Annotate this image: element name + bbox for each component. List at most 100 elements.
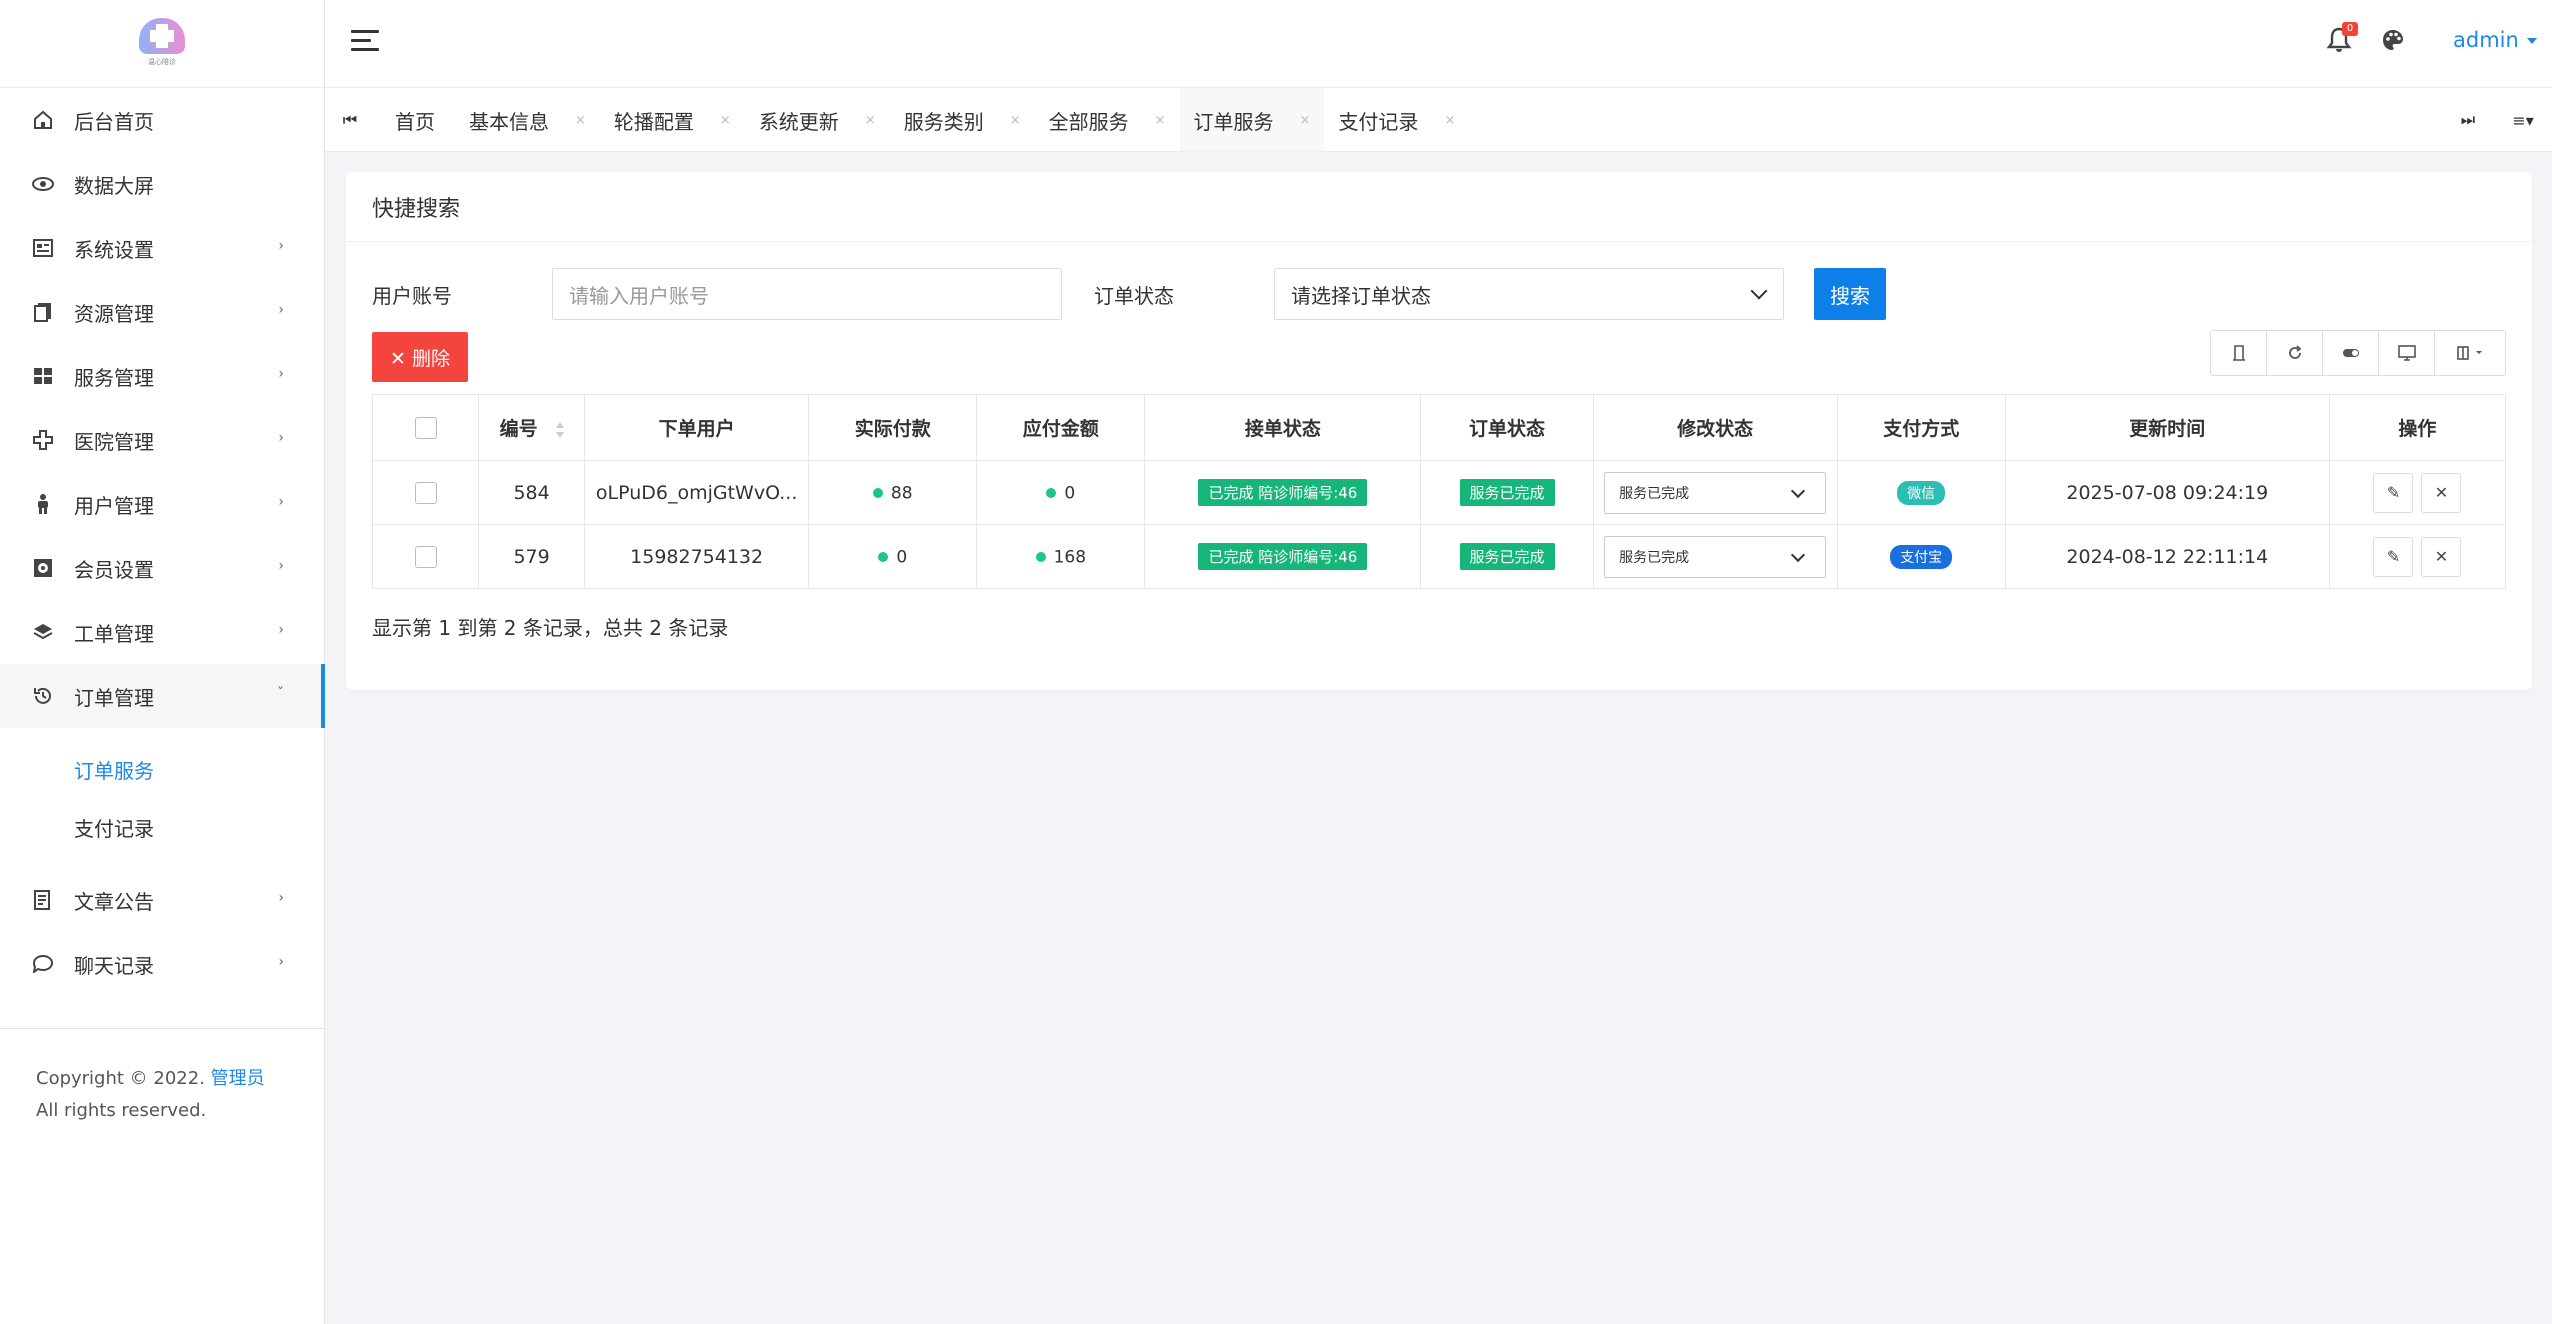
select-all-checkbox[interactable] [414, 416, 437, 439]
tab-order-services[interactable]: 订单服务 × [1179, 88, 1325, 152]
cell-accept-status: 已完成 陪诊师编号:46 [1144, 524, 1422, 589]
refresh-icon[interactable] [2267, 331, 2323, 375]
tab-basic-info[interactable]: 基本信息 × [455, 88, 600, 152]
close-icon[interactable]: ✕ [2421, 536, 2462, 577]
home-icon [32, 109, 54, 131]
cell-update-time: 2025-07-08 09:24:19 [2004, 460, 2330, 525]
tab-first-button[interactable]: ⏮ [325, 88, 375, 152]
cell-modify-status: 服务已完成 [1592, 524, 1838, 589]
delete-button[interactable]: ✕ 删除 [372, 332, 468, 382]
sidebar-item-articles[interactable]: 文章公告 › [0, 868, 324, 932]
caret-down-icon [2526, 38, 2537, 44]
sidebar-item-services[interactable]: 服务管理 › [0, 344, 324, 408]
user-menu[interactable]: admin [2453, 28, 2537, 52]
account-input[interactable]: 请输入用户账号 [552, 268, 1062, 320]
sidebar-item-users[interactable]: 用户管理 › [0, 472, 324, 536]
modify-status-select[interactable]: 服务已完成 [1604, 471, 1827, 514]
menu-toggle-icon[interactable] [351, 30, 379, 54]
tab-label: 首页 [395, 109, 435, 134]
cell-modify-status: 服务已完成 [1592, 460, 1838, 525]
tab-bar: ⏮ 首页 基本信息 × 轮播配置 × 系统更新 × 服务类别 × 全部服务 × 订单服务 ×… [325, 88, 2552, 152]
tab-close-icon[interactable]: × [575, 113, 586, 128]
eye-icon [32, 173, 54, 195]
close-icon[interactable]: ✕ [2421, 472, 2462, 513]
table-row: 579 15982754132 0 168 已完成 陪诊师编号:46 服务已完成… [371, 524, 2507, 589]
tab-system-update[interactable]: 系统更新 × [745, 88, 890, 152]
bell-icon[interactable]: 0 [2326, 22, 2358, 58]
cell-paid: 0 [808, 524, 978, 589]
status-select[interactable]: 请选择订单状态 [1274, 268, 1784, 320]
row-checkbox[interactable] [414, 481, 437, 504]
sidebar-subitem-order-services[interactable]: 订单服务 [0, 740, 324, 798]
plus-cross-icon [32, 429, 54, 451]
tab-close-icon[interactable]: × [865, 113, 876, 128]
search-button[interactable]: 搜索 [1814, 268, 1886, 320]
modify-status-value: 服务已完成 [1619, 549, 1690, 566]
sidebar-item-system-settings[interactable]: 系统设置 › [0, 216, 324, 280]
order-panel: 快捷搜索 用户账号 请输入用户账号 订单状态 请选择订单状态 搜索 ✕ 删除 编… [346, 172, 2532, 690]
print-icon[interactable] [2211, 331, 2267, 375]
sidebar-item-orders[interactable]: 订单管理 ˇ [0, 664, 325, 728]
tab-close-icon[interactable]: × [1155, 113, 1166, 128]
sidebar-item-membership[interactable]: 会员设置 › [0, 536, 324, 600]
cell-user: 15982754132 [584, 524, 810, 589]
tab-close-icon[interactable]: × [720, 113, 731, 128]
tab-menu-button[interactable]: ≡▾ [2495, 88, 2551, 152]
status-dot [1035, 552, 1046, 562]
status-dot [872, 488, 883, 498]
tab-label: 全部服务 [1048, 109, 1129, 134]
orders-submenu: 订单服务 支付记录 [0, 728, 324, 868]
sidebar-item-resources[interactable]: 资源管理 › [0, 280, 324, 344]
column-header-payment-method: 支付方式 [1836, 394, 2006, 461]
sidebar-item-chat-records[interactable]: 聊天记录 › [0, 932, 324, 996]
tab-close-icon[interactable]: × [1300, 113, 1311, 128]
accept-status-badge: 已完成 陪诊师编号:46 [1198, 543, 1368, 570]
logo-area: 温心陪诊 [0, 0, 324, 88]
tab-label: 服务类别 [903, 109, 984, 134]
modify-status-select[interactable]: 服务已完成 [1604, 535, 1827, 578]
tab-close-icon[interactable]: × [1010, 113, 1021, 128]
tab-close-icon[interactable]: × [1444, 113, 1455, 128]
sidebar-item-data-screen[interactable]: 数据大屏 [0, 152, 324, 216]
column-header-accept-status: 接单状态 [1144, 394, 1422, 461]
palette-icon[interactable] [2381, 28, 2409, 56]
sidebar-item-hospitals[interactable]: 医院管理 › [0, 408, 324, 472]
column-header-id[interactable]: 编号 [478, 394, 586, 461]
top-bar: 0 admin [325, 0, 2552, 88]
tab-last-button[interactable]: ⏭ [2443, 88, 2493, 152]
tab-payment-records[interactable]: 支付记录 × [1324, 88, 1469, 152]
tab-home[interactable]: 首页 [375, 88, 455, 152]
paid-value: 0 [896, 547, 908, 567]
copyright-link[interactable]: 管理员 [211, 1068, 265, 1089]
column-header-actions: 操作 [2328, 394, 2507, 461]
sort-icon[interactable] [555, 421, 564, 438]
account-label: 用户账号 [372, 284, 452, 308]
tab-carousel[interactable]: 轮播配置 × [600, 88, 745, 152]
sidebar-item-work-orders[interactable]: 工单管理 › [0, 600, 324, 664]
cell-actions: ✎ ✕ [2328, 460, 2507, 525]
edit-icon[interactable]: ✎ [2373, 472, 2414, 513]
tab-label: 系统更新 [758, 109, 839, 134]
modify-status-value: 服务已完成 [1619, 485, 1690, 502]
sidebar-item-label: 用户管理 [74, 493, 154, 518]
sidebar-subitem-payment-records[interactable]: 支付记录 [0, 798, 324, 856]
toggle-icon[interactable] [2323, 331, 2379, 375]
sidebar-item-dashboard[interactable]: 后台首页 [0, 88, 324, 152]
fullscreen-icon[interactable] [2379, 331, 2435, 375]
member-card-icon [32, 557, 54, 579]
chevron-right-icon: › [278, 622, 284, 638]
chevron-right-icon: › [278, 366, 284, 382]
columns-icon[interactable] [2435, 331, 2505, 375]
files-icon [32, 301, 54, 323]
row-checkbox[interactable] [414, 545, 437, 568]
column-header-due: 应付金额 [976, 394, 1146, 461]
column-header-modify-status: 修改状态 [1592, 394, 1838, 461]
chevron-down-icon [1750, 282, 1768, 300]
cell-update-time: 2024-08-12 22:11:14 [2004, 524, 2330, 589]
tab-all-services[interactable]: 全部服务 × [1035, 88, 1180, 152]
tab-service-categories[interactable]: 服务类别 × [890, 88, 1035, 152]
copyright-prefix: Copyright © 2022. [36, 1068, 211, 1089]
edit-icon[interactable]: ✎ [2373, 536, 2414, 577]
logo[interactable]: 温心陪诊 [139, 17, 185, 70]
column-header-paid: 实际付款 [808, 394, 978, 461]
